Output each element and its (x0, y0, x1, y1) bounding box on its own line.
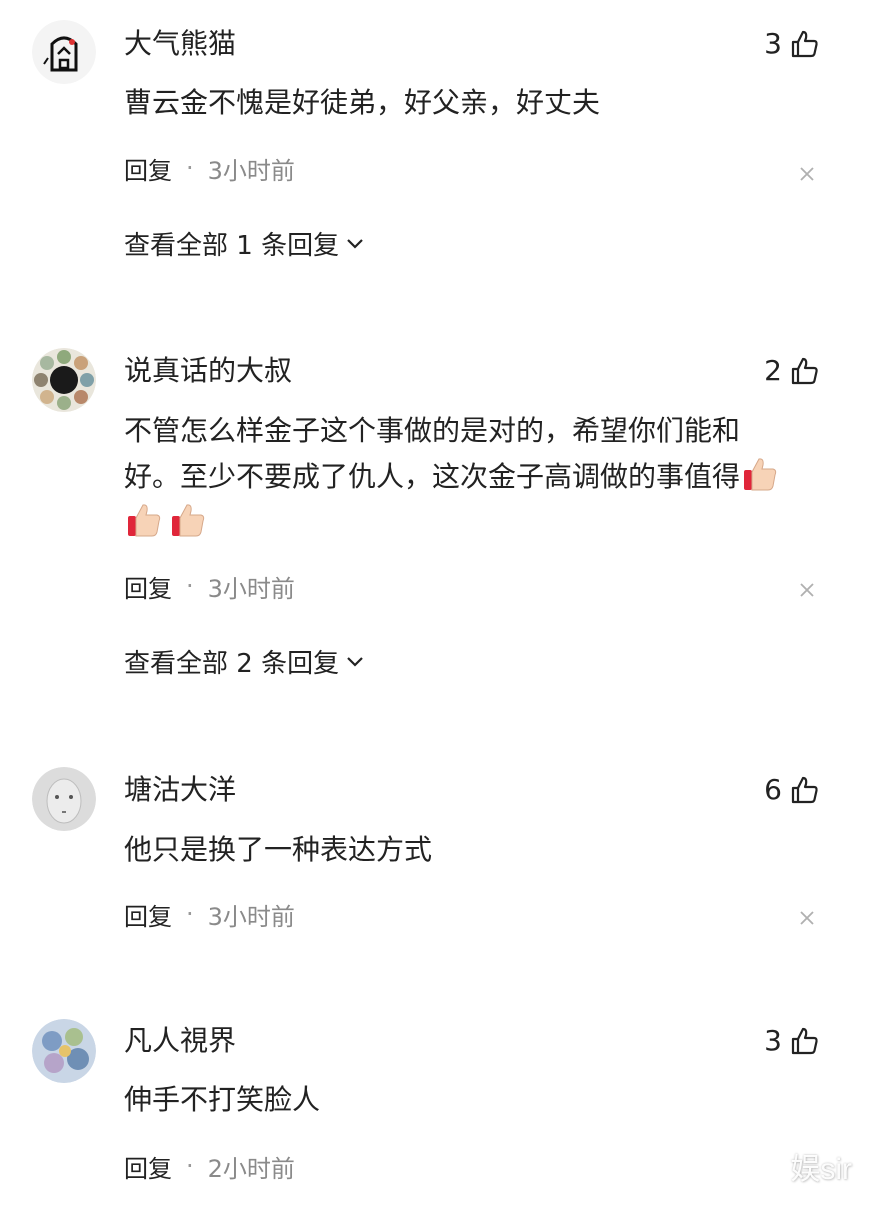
thumbs-up-icon[interactable] (790, 356, 820, 386)
reply-button[interactable]: 回复 (124, 897, 172, 932)
username[interactable]: 塘沽大洋 (124, 772, 236, 808)
expand-replies-label: 查看全部 2 条回复 (124, 648, 340, 679)
avatar[interactable] (32, 348, 96, 412)
like-count: 6 (764, 773, 782, 806)
thumbs-up-icon[interactable] (790, 1026, 820, 1056)
like-count: 3 (764, 27, 782, 60)
comment-text: 伸手不打笑脸人 (124, 1083, 321, 1116)
expand-replies-label: 查看全部 1 条回复 (124, 230, 340, 261)
avatar[interactable] (32, 20, 96, 84)
close-icon[interactable] (798, 909, 816, 927)
timestamp: 3小时前 (207, 902, 295, 931)
expand-replies-button[interactable]: 查看全部 2 条回复 (124, 643, 365, 679)
timestamp: 2小时前 (207, 1154, 295, 1183)
like-count: 2 (764, 354, 782, 387)
comment-meta: 回复 · 3小时前 (124, 150, 295, 186)
comment-text: 不管怎么样金子这个事做的是对的，希望你们能和好。至少不要成了仇人，这次金子高调做… (124, 408, 784, 546)
watermark: 娱sir (790, 1153, 852, 1186)
comment-text-content: 不管怎么样金子这个事做的是对的，希望你们能和好。至少不要成了仇人，这次金子高调做… (124, 414, 741, 493)
like-button[interactable]: 2 (764, 353, 820, 389)
thumbs-up-icon[interactable] (790, 29, 820, 59)
reply-button[interactable]: 回复 (124, 151, 172, 186)
comment-meta: 回复 · 3小时前 (124, 896, 295, 932)
reply-button[interactable]: 回复 (124, 569, 172, 604)
thumbs-up-emoji-icon (128, 504, 161, 537)
close-icon[interactable] (798, 165, 816, 183)
comment-text: 曹云金不愧是好徒弟，好父亲，好丈夫 (124, 86, 601, 119)
separator-dot: · (186, 1152, 194, 1180)
separator-dot: · (186, 154, 194, 182)
like-button[interactable]: 3 (764, 26, 820, 62)
expand-replies-button[interactable]: 查看全部 1 条回复 (124, 225, 365, 261)
comment-meta: 回复 · 2小时前 (124, 1148, 295, 1184)
avatar[interactable] (32, 767, 96, 831)
chevron-down-icon (347, 239, 363, 249)
like-button[interactable]: 6 (764, 772, 820, 808)
comment-meta: 回复 · 3小时前 (124, 568, 295, 604)
avatar[interactable] (32, 1019, 96, 1083)
separator-dot: · (186, 900, 194, 928)
thumbs-up-emoji-icon (744, 458, 777, 491)
timestamp: 3小时前 (207, 574, 295, 603)
close-icon[interactable] (798, 581, 816, 599)
like-button[interactable]: 3 (764, 1023, 820, 1059)
separator-dot: · (186, 572, 194, 600)
thumbs-up-icon[interactable] (790, 775, 820, 805)
username[interactable]: 凡人視界 (124, 1023, 236, 1059)
chevron-down-icon (347, 657, 363, 667)
comment-text: 他只是换了一种表达方式 (124, 833, 433, 866)
timestamp: 3小时前 (207, 156, 295, 185)
thumbs-up-emoji-icon (172, 504, 205, 537)
username[interactable]: 说真话的大叔 (124, 353, 292, 389)
username[interactable]: 大气熊猫 (124, 26, 236, 62)
reply-button[interactable]: 回复 (124, 1149, 172, 1184)
like-count: 3 (764, 1024, 782, 1057)
